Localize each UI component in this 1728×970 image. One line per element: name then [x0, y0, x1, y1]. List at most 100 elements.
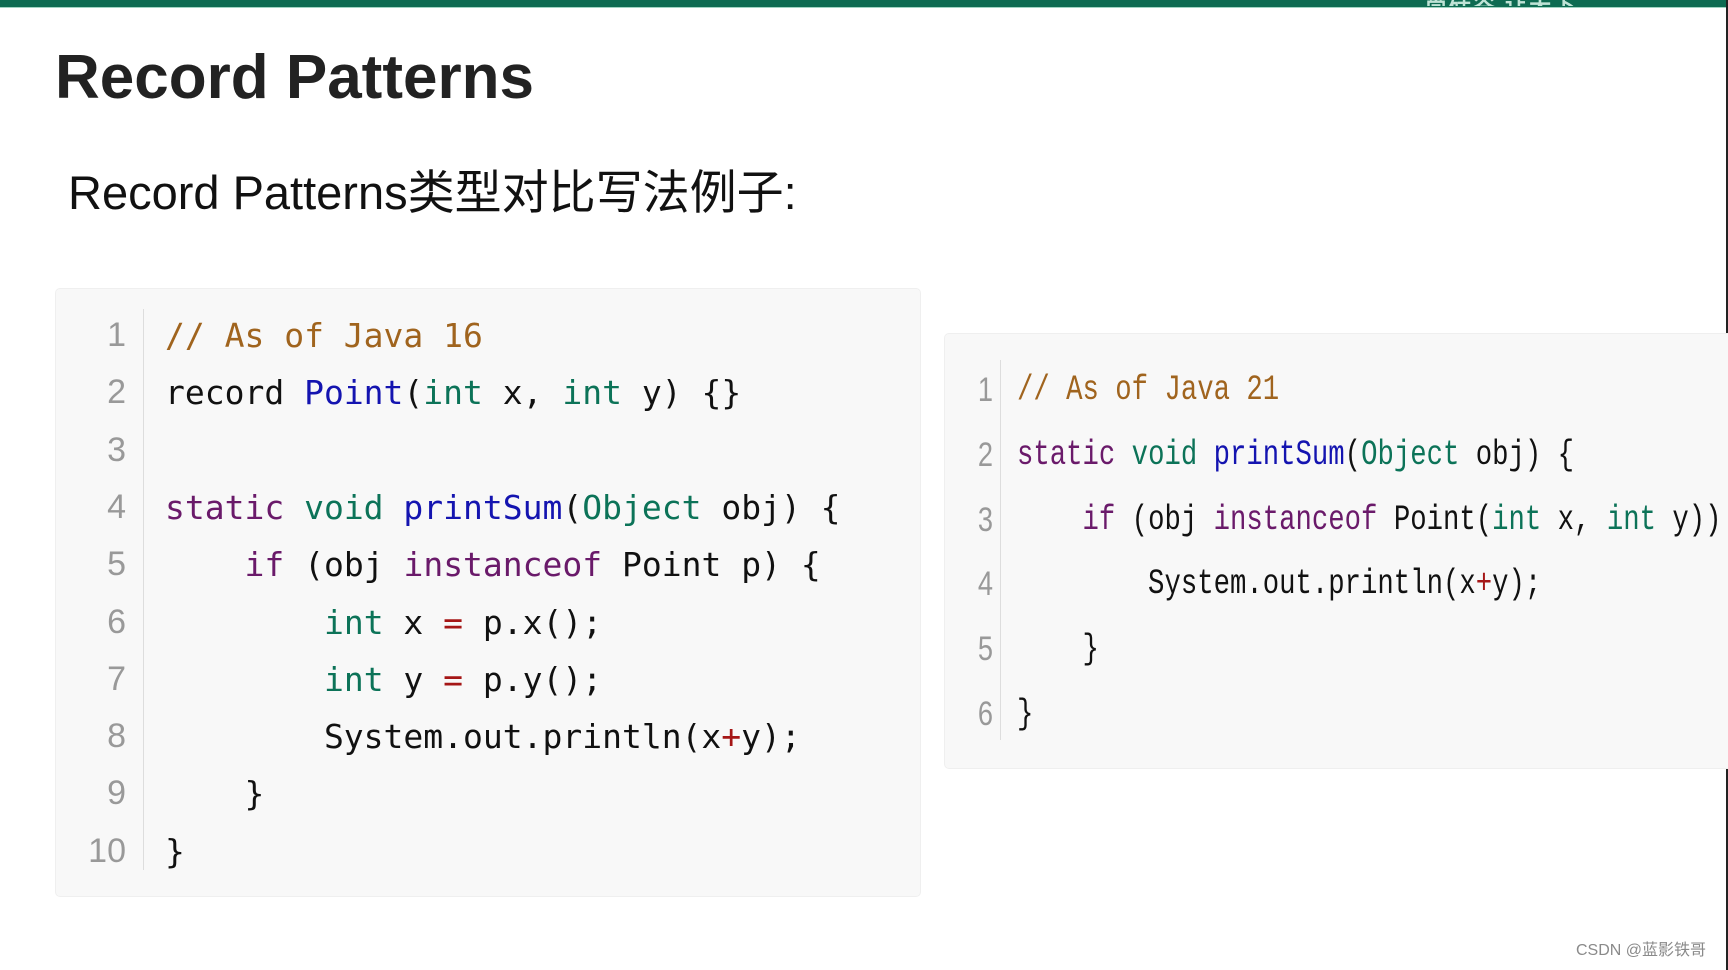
line-number: 2	[977, 435, 993, 474]
line-number: 5	[107, 545, 126, 584]
code-token-plain: }	[1017, 629, 1099, 670]
code-line: 6}	[945, 682, 1728, 747]
code-token-plain: }	[165, 774, 265, 814]
line-number: 10	[88, 831, 126, 870]
slide-subtitle: Record Patterns类型对比写法例子:	[68, 166, 797, 219]
code-text: if (obj instanceof Point p) {	[165, 536, 821, 593]
code-block-java16: 1 // As of Java 16 2 record Point(int x, in…	[56, 289, 920, 896]
code-line: 3	[56, 422, 920, 479]
code-token-plain: (	[403, 373, 424, 413]
code-text: if (obj instanceof Point(int x, int y)) …	[1017, 488, 1728, 553]
line-number: 4	[977, 565, 993, 604]
line-number: 2	[107, 373, 126, 412]
code-token-plain: y);	[741, 717, 801, 757]
code-line: 2 static void printSum(Object obj) {	[945, 423, 1728, 488]
code-token-plain: record	[165, 373, 305, 413]
line-number: 1	[977, 371, 993, 409]
code-token-plain: }	[1017, 694, 1034, 734]
code-token-type: void	[304, 487, 404, 527]
code-token-keyword: static	[1017, 434, 1132, 475]
code-token-keyword: static	[165, 487, 305, 527]
line-number: 1	[107, 316, 126, 354]
code-token-type: int	[323, 602, 384, 642]
code-token-plain: x,	[1541, 499, 1607, 540]
code-line: 4 System.out.println(x+y);	[945, 552, 1728, 617]
code-token-plain: obj) {	[1459, 434, 1575, 475]
code-line: 10}	[56, 823, 920, 880]
code-line: 1 // As of Java 16	[56, 307, 920, 364]
code-token-comment: // As of Java 21	[1017, 370, 1280, 410]
code-token-type: Object	[582, 487, 702, 527]
code-token-plain: x	[383, 602, 444, 642]
code-token-plain: p.y();	[463, 659, 603, 699]
code-line: 9 }	[56, 765, 920, 822]
code-token-plain: y) {}	[622, 373, 742, 413]
code-token-type: Object	[1361, 434, 1460, 475]
code-text: // As of Java 16	[165, 307, 483, 364]
code-token-plain: p.x();	[463, 602, 603, 642]
code-token-keyword: instanceof	[403, 545, 603, 585]
code-token-plain: (	[1344, 434, 1362, 475]
code-token-plain: y	[383, 659, 444, 699]
code-token-plain: obj) {	[701, 487, 841, 527]
code-token-type: int	[562, 373, 622, 413]
code-text: record Point(int x, int y) {}	[165, 364, 741, 421]
line-number: 6	[977, 695, 993, 733]
line-number: 9	[107, 774, 126, 813]
code-token-plain: }	[165, 831, 185, 871]
code-token-def: printSum	[1213, 434, 1345, 475]
code-token-plain: y)) {	[1672, 499, 1722, 540]
code-text: }	[1017, 617, 1099, 682]
code-token-op: =	[443, 602, 464, 642]
code-text: System.out.println(x+y);	[165, 708, 801, 765]
code-text: }	[165, 765, 264, 822]
code-token-op: +	[721, 717, 742, 757]
code-line: 5 }	[945, 617, 1728, 682]
code-text: static void printSum(Object obj) {	[1017, 423, 1574, 488]
header-brand-text: 尚硅谷 让天下	[1425, 0, 1577, 6]
slide-title: Record Patterns	[55, 43, 534, 112]
code-block-java21: 1 // As of Java 21 2 static void printSum(O…	[945, 334, 1728, 768]
code-line: 8 System.out.println(x+y);	[56, 708, 920, 765]
code-line: 5 if (obj instanceof Point p) {	[56, 536, 920, 593]
code-token-def: printSum	[403, 487, 563, 527]
code-token-type: void	[1131, 434, 1214, 475]
code-token-keyword: instanceof	[1213, 499, 1378, 540]
code-token-op: +	[1475, 564, 1493, 605]
code-token-plain: (obj	[284, 545, 404, 585]
line-number: 3	[977, 500, 993, 539]
code-token-op: =	[443, 659, 464, 699]
code-text: static void printSum(Object obj) {	[165, 479, 841, 536]
code-text: // As of Java 21	[1017, 358, 1279, 423]
code-text: int x = p.x();	[165, 594, 602, 651]
code-line: 7 int y = p.y();	[56, 651, 920, 708]
line-number: 6	[107, 602, 126, 641]
code-text: System.out.println(x+y);	[1017, 552, 1541, 617]
code-text: int y = p.y();	[165, 651, 602, 708]
code-text: }	[165, 823, 185, 880]
code-text: }	[1017, 682, 1033, 747]
line-number: 7	[107, 659, 126, 698]
code-line: 2 record Point(int x, int y) {}	[56, 364, 920, 421]
code-token-type: int	[1606, 499, 1656, 540]
line-number: 4	[107, 487, 126, 526]
code-line: 4 static void printSum(Object obj) {	[56, 479, 920, 536]
code-token-plain: (	[562, 487, 583, 527]
code-token-comment: // As of Java 16	[165, 316, 483, 355]
code-token-keyword: if	[1082, 499, 1116, 540]
code-line: 3 if (obj instanceof Point(int x, int y)…	[945, 488, 1728, 553]
code-token-type: int	[323, 659, 384, 699]
code-line: 1 // As of Java 21	[945, 358, 1728, 423]
code-token-plain: x,	[482, 373, 563, 413]
code-token-plain: (obj	[1115, 499, 1214, 540]
code-token-plain: System.out.println(x	[1017, 564, 1476, 605]
code-token-plain: Point p) {	[602, 545, 821, 585]
code-token-type: int	[423, 373, 483, 413]
code-token-type: int	[1492, 499, 1542, 540]
code-token-plain: Point(	[1377, 499, 1493, 540]
line-number: 3	[107, 430, 126, 469]
